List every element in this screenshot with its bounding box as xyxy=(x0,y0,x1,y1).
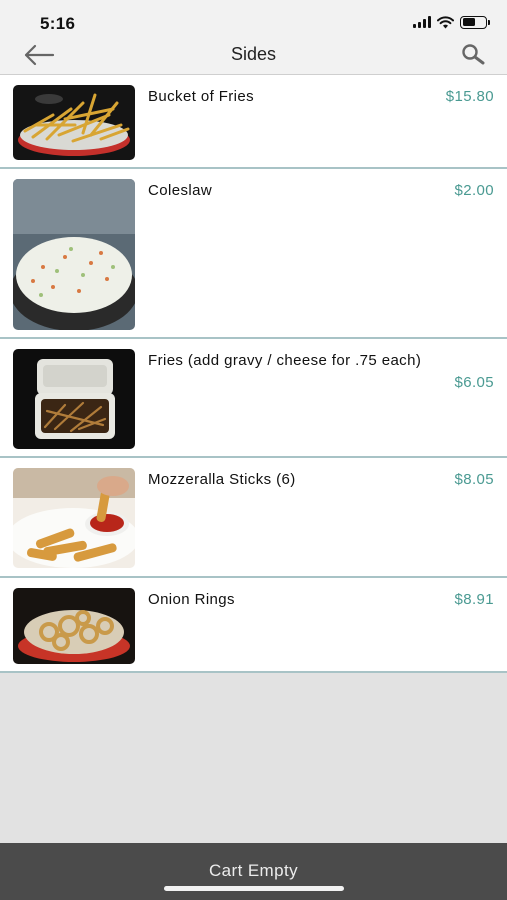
navigation-bar: Sides xyxy=(0,36,507,75)
fries-container-photo xyxy=(13,349,135,449)
coleslaw-photo xyxy=(13,179,135,330)
home-indicator[interactable] xyxy=(164,886,344,891)
status-icons xyxy=(413,15,490,29)
menu-item[interactable]: Bucket of Fries $15.80 xyxy=(0,75,507,169)
item-name: Fries (add gravy / cheese for .75 each) xyxy=(148,352,422,369)
menu-item[interactable]: Fries (add gravy / cheese for .75 each) … xyxy=(0,339,507,458)
cart-status-label: Cart Empty xyxy=(208,861,299,880)
mozzarella-sticks-photo xyxy=(13,468,135,568)
item-name: Coleslaw xyxy=(148,182,213,199)
menu-item[interactable]: Mozzeralla Sticks (6) $8.05 xyxy=(0,458,507,578)
menu-item[interactable]: Coleslaw $2.00 xyxy=(0,169,507,339)
menu-item[interactable]: Onion Rings $8.91 xyxy=(0,578,507,673)
item-name: Mozzeralla Sticks (6) xyxy=(148,471,296,488)
status-bar: 5:16 xyxy=(0,0,507,36)
item-price: $2.00 xyxy=(454,182,494,199)
page-title: Sides xyxy=(230,44,277,64)
search-icon xyxy=(462,44,485,65)
cellular-signal-icon xyxy=(413,16,431,28)
item-price: $8.91 xyxy=(454,591,494,608)
item-price: $6.05 xyxy=(454,374,494,391)
onion-rings-photo xyxy=(13,588,135,664)
menu-item-list: Bucket of Fries $15.80 Coleslaw $2.00 Fr… xyxy=(0,75,507,673)
item-price: $15.80 xyxy=(445,88,494,105)
search-button[interactable] xyxy=(459,42,487,68)
cart-bar[interactable]: Cart Empty xyxy=(0,843,507,900)
item-name: Onion Rings xyxy=(148,591,235,608)
wifi-icon xyxy=(437,15,454,28)
item-price: $8.05 xyxy=(454,471,494,488)
fries-bucket-photo xyxy=(13,85,135,160)
status-time: 5:16 xyxy=(40,14,76,33)
battery-icon xyxy=(460,15,490,29)
item-name: Bucket of Fries xyxy=(148,88,255,105)
